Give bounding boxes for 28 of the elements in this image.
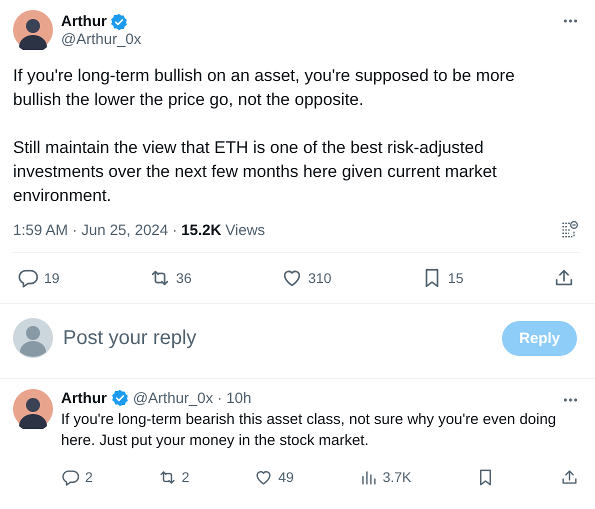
count: 49	[278, 469, 294, 485]
tweet-text: Still maintain the view that ETH is one of the best risk-adjusted investments over the next few months here given current market environment.	[13, 137, 498, 207]
count: 15	[448, 270, 464, 286]
avatar[interactable]	[13, 10, 53, 50]
user-avatar	[13, 318, 53, 358]
tweet-text: If you're long-term bullish on an asset, you're supposed to be more bullish the lower the price go, not the opposite.	[13, 65, 516, 111]
more-icon[interactable]	[562, 18, 579, 24]
count: 2	[85, 469, 93, 485]
avatar[interactable]	[13, 389, 53, 429]
count: 19	[44, 270, 60, 286]
author-name[interactable]: Arthur	[61, 13, 107, 30]
reply-input-field[interactable]: Post your reply	[63, 322, 492, 354]
reply-text: If you're long-term bearish this asset class, not sure why you're even doing here. Just put your money in the stock market.	[61, 410, 558, 451]
count: 310	[308, 270, 332, 286]
views-label: Views	[225, 222, 266, 238]
more-icon[interactable]	[562, 397, 579, 403]
count: 2	[182, 469, 190, 485]
author-handle[interactable]: @Arthur_0x	[132, 390, 214, 406]
speech-bubble-icon[interactable]	[61, 468, 80, 486]
author-handle[interactable]: @Arthur_0x	[61, 30, 554, 48]
count: 36	[176, 270, 192, 286]
author-name[interactable]: Arthur	[61, 390, 107, 406]
view-count: 15.2K	[181, 222, 222, 238]
timestamp[interactable]: 1:59 AM · Jun 25, 2024 ·	[13, 222, 178, 238]
count: 3.7K	[382, 469, 412, 485]
share-icon[interactable]	[560, 468, 579, 486]
speech-bubble-icon[interactable]	[17, 267, 39, 289]
post-age[interactable]: · 10h	[217, 390, 252, 406]
